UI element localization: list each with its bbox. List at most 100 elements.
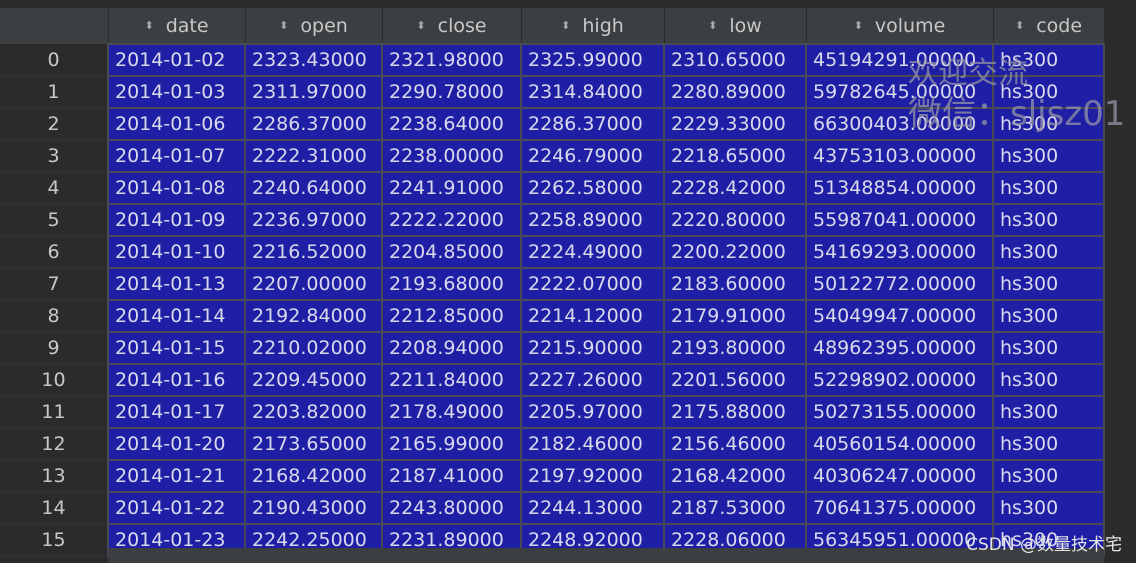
table-row[interactable]: 14 2014-01-22 2190.43000 2243.80000 2244.130…: [0, 491, 1105, 525]
cell-low[interactable]: 2200.22000: [663, 235, 807, 269]
cell-close[interactable]: 2204.85000: [381, 235, 522, 269]
table-row[interactable]: 1 2014-01-03 2311.97000 2290.78000 2314.8400…: [0, 75, 1105, 109]
cell-high[interactable]: 2325.99000: [520, 43, 665, 77]
cell-high[interactable]: 2258.89000: [520, 203, 665, 237]
cell-date[interactable]: 2014-01-16: [107, 363, 246, 397]
cell-volume[interactable]: 66300403.00000: [805, 107, 994, 141]
column-header-high[interactable]: ⬍ high: [521, 8, 665, 45]
cell-volume[interactable]: 40560154.00000: [805, 427, 994, 461]
cell-date[interactable]: 2014-01-20: [107, 427, 246, 461]
cell-close[interactable]: 2222.22000: [381, 203, 522, 237]
table-row[interactable]: 9 2014-01-15 2210.02000 2208.94000 2215.9000…: [0, 331, 1105, 365]
cell-code[interactable]: hs300: [992, 331, 1105, 365]
table-row[interactable]: 12 2014-01-20 2173.65000 2165.99000 2182.460…: [0, 427, 1105, 461]
cell-code[interactable]: hs300: [992, 75, 1105, 109]
cell-low[interactable]: 2156.46000: [663, 427, 807, 461]
table-row[interactable]: 8 2014-01-14 2192.84000 2212.85000 2214.1200…: [0, 299, 1105, 333]
table-row[interactable]: 3 2014-01-07 2222.31000 2238.00000 2246.7900…: [0, 139, 1105, 173]
cell-volume[interactable]: 59782645.00000: [805, 75, 994, 109]
cell-date[interactable]: 2014-01-14: [107, 299, 246, 333]
column-header-date[interactable]: ⬍ date: [108, 8, 246, 45]
table-row[interactable]: 10 2014-01-16 2209.45000 2211.84000 2227.260…: [0, 363, 1105, 397]
cell-close[interactable]: 2208.94000: [381, 331, 522, 365]
sort-icon[interactable]: ⬍: [561, 20, 570, 31]
cell-open[interactable]: 2240.64000: [244, 171, 383, 205]
cell-volume[interactable]: 54049947.00000: [805, 299, 994, 333]
cell-date[interactable]: 2014-01-06: [107, 107, 246, 141]
table-row[interactable]: 4 2014-01-08 2240.64000 2241.91000 2262.5800…: [0, 171, 1105, 205]
cell-volume[interactable]: 55987041.00000: [805, 203, 994, 237]
cell-code[interactable]: hs300: [992, 43, 1105, 77]
cell-open[interactable]: 2286.37000: [244, 107, 383, 141]
cell-code[interactable]: hs300: [992, 363, 1105, 397]
column-header-code[interactable]: ⬍ code: [993, 8, 1105, 45]
cell-low[interactable]: 2168.42000: [663, 459, 807, 493]
cell-open[interactable]: 2190.43000: [244, 491, 383, 525]
cell-date[interactable]: 2014-01-22: [107, 491, 246, 525]
column-header-open[interactable]: ⬍ open: [245, 8, 383, 45]
cell-high[interactable]: 2224.49000: [520, 235, 665, 269]
cell-code[interactable]: hs300: [992, 299, 1105, 333]
cell-open[interactable]: 2207.00000: [244, 267, 383, 301]
horizontal-scrollbar[interactable]: [108, 548, 1104, 563]
cell-close[interactable]: 2290.78000: [381, 75, 522, 109]
cell-open[interactable]: 2222.31000: [244, 139, 383, 173]
cell-open[interactable]: 2203.82000: [244, 395, 383, 429]
cell-close[interactable]: 2238.64000: [381, 107, 522, 141]
cell-close[interactable]: 2193.68000: [381, 267, 522, 301]
cell-code[interactable]: hs300: [992, 491, 1105, 525]
cell-open[interactable]: 2209.45000: [244, 363, 383, 397]
cell-low[interactable]: 2229.33000: [663, 107, 807, 141]
cell-high[interactable]: 2262.58000: [520, 171, 665, 205]
cell-low[interactable]: 2228.42000: [663, 171, 807, 205]
cell-high[interactable]: 2286.37000: [520, 107, 665, 141]
cell-low[interactable]: 2280.89000: [663, 75, 807, 109]
cell-open[interactable]: 2236.97000: [244, 203, 383, 237]
cell-low[interactable]: 2187.53000: [663, 491, 807, 525]
cell-low[interactable]: 2220.80000: [663, 203, 807, 237]
cell-code[interactable]: hs300: [992, 171, 1105, 205]
column-header-volume[interactable]: ⬍ volume: [806, 8, 994, 45]
column-header-low[interactable]: ⬍ low: [664, 8, 807, 45]
cell-low[interactable]: 2218.65000: [663, 139, 807, 173]
cell-low[interactable]: 2193.80000: [663, 331, 807, 365]
cell-low[interactable]: 2179.91000: [663, 299, 807, 333]
cell-high[interactable]: 2215.90000: [520, 331, 665, 365]
cell-volume[interactable]: 51348854.00000: [805, 171, 994, 205]
cell-date[interactable]: 2014-01-08: [107, 171, 246, 205]
cell-low[interactable]: 2201.56000: [663, 363, 807, 397]
cell-code[interactable]: hs300: [992, 139, 1105, 173]
cell-high[interactable]: 2214.12000: [520, 299, 665, 333]
cell-code[interactable]: hs300: [992, 203, 1105, 237]
sort-icon[interactable]: ⬍: [708, 20, 717, 31]
cell-high[interactable]: 2227.26000: [520, 363, 665, 397]
table-row[interactable]: 11 2014-01-17 2203.82000 2178.49000 2205.970…: [0, 395, 1105, 429]
cell-date[interactable]: 2014-01-17: [107, 395, 246, 429]
table-row[interactable]: 13 2014-01-21 2168.42000 2187.41000 2197.920…: [0, 459, 1105, 493]
cell-volume[interactable]: 54169293.00000: [805, 235, 994, 269]
cell-code[interactable]: hs300: [992, 107, 1105, 141]
cell-low[interactable]: 2310.65000: [663, 43, 807, 77]
cell-volume[interactable]: 40306247.00000: [805, 459, 994, 493]
cell-date[interactable]: 2014-01-13: [107, 267, 246, 301]
cell-open[interactable]: 2173.65000: [244, 427, 383, 461]
cell-close[interactable]: 2321.98000: [381, 43, 522, 77]
cell-volume[interactable]: 48962395.00000: [805, 331, 994, 365]
cell-code[interactable]: hs300: [992, 395, 1105, 429]
cell-volume[interactable]: 43753103.00000: [805, 139, 994, 173]
cell-open[interactable]: 2216.52000: [244, 235, 383, 269]
cell-high[interactable]: 2182.46000: [520, 427, 665, 461]
cell-close[interactable]: 2212.85000: [381, 299, 522, 333]
sort-icon[interactable]: ⬍: [144, 20, 153, 31]
cell-close[interactable]: 2178.49000: [381, 395, 522, 429]
cell-date[interactable]: 2014-01-07: [107, 139, 246, 173]
cell-volume[interactable]: 52298902.00000: [805, 363, 994, 397]
cell-code[interactable]: hs300: [992, 235, 1105, 269]
sort-icon[interactable]: ⬍: [854, 20, 863, 31]
cell-low[interactable]: 2183.60000: [663, 267, 807, 301]
cell-close[interactable]: 2165.99000: [381, 427, 522, 461]
table-row[interactable]: 7 2014-01-13 2207.00000 2193.68000 2222.0700…: [0, 267, 1105, 301]
cell-close[interactable]: 2238.00000: [381, 139, 522, 173]
table-row[interactable]: 5 2014-01-09 2236.97000 2222.22000 2258.8900…: [0, 203, 1105, 237]
table-row[interactable]: 6 2014-01-10 2216.52000 2204.85000 2224.4900…: [0, 235, 1105, 269]
